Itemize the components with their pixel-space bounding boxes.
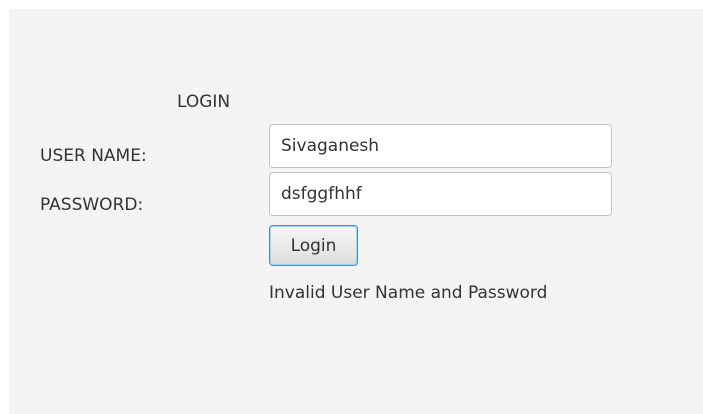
status-message: Invalid User Name and Password	[269, 283, 548, 303]
login-window: LOGIN USER NAME: PASSWORD: Login Invalid…	[9, 9, 703, 414]
username-input[interactable]	[269, 124, 612, 168]
password-input[interactable]	[269, 172, 612, 216]
username-label: USER NAME:	[40, 146, 147, 166]
login-button[interactable]: Login	[269, 225, 358, 266]
login-title: LOGIN	[177, 92, 231, 112]
password-label: PASSWORD:	[40, 195, 144, 215]
